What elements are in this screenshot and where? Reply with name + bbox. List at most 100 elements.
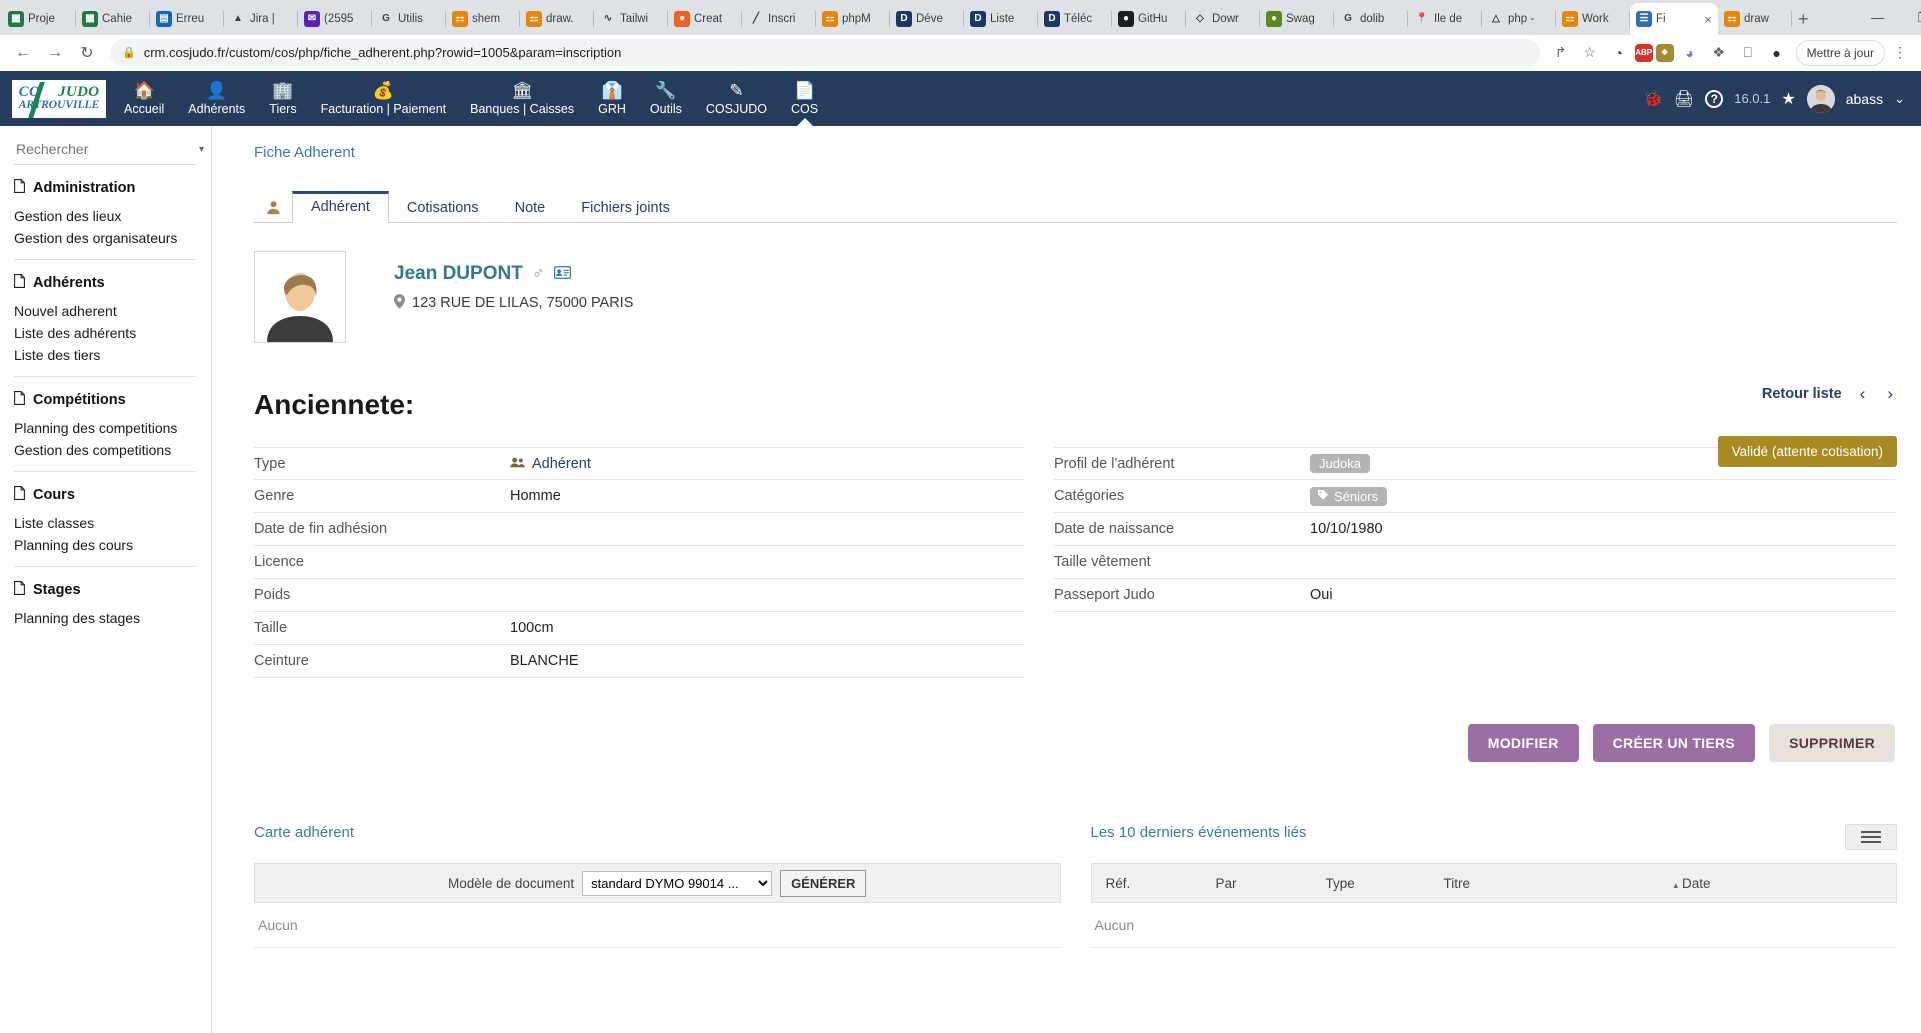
sidebar-item-planning-des-stages[interactable]: Planning des stages: [14, 607, 195, 629]
browser-tab[interactable]: ╱ Inscri: [742, 3, 816, 35]
reload-icon[interactable]: ↻: [72, 38, 102, 68]
member-name[interactable]: Jean DUPONT: [394, 263, 523, 285]
id-card-icon[interactable]: [554, 266, 571, 283]
browser-tab[interactable]: ⚏ phpM: [816, 3, 890, 35]
new-tab-button[interactable]: +: [1798, 5, 1809, 33]
browser-tab[interactable]: ☰ Fi ×: [1630, 3, 1718, 35]
browser-tab[interactable]: D Liste: [964, 3, 1038, 35]
sidebar-item-planning-des-competitions[interactable]: Planning des competitions: [14, 417, 195, 439]
username-label[interactable]: abass: [1846, 91, 1883, 107]
browser-tab[interactable]: ● Swag: [1260, 3, 1334, 35]
sidebar-item-gestion-des-competitions[interactable]: Gestion des competitions: [14, 439, 195, 461]
detail-value-link[interactable]: Adhérent: [532, 456, 591, 472]
browser-tab[interactable]: ⚏ draw.: [520, 3, 594, 35]
user-avatar[interactable]: [1807, 85, 1835, 113]
sidebar-item-liste-des-tiers[interactable]: Liste des tiers: [14, 344, 195, 366]
maximize-button[interactable]: ❐: [1901, 0, 1921, 35]
events-title[interactable]: Les 10 derniers événements liés: [1091, 824, 1307, 841]
adblock-plus-icon[interactable]: ABP: [1635, 44, 1653, 62]
nav-item-cos[interactable]: 📄 COS: [779, 71, 830, 126]
tab-fichiers-joints[interactable]: Fichiers joints: [563, 193, 688, 223]
tab-note[interactable]: Note: [497, 193, 564, 223]
browser-tab[interactable]: ⚏ shem: [446, 3, 520, 35]
events-menu-icon[interactable]: [1845, 824, 1897, 850]
sidebar-item-gestion-des-organisateurs[interactable]: Gestion des organisateurs: [14, 227, 195, 249]
help-icon[interactable]: ?: [1705, 90, 1723, 108]
cr-er-un-tiers-button[interactable]: CRÉER UN TIERS: [1593, 724, 1755, 762]
events-column-header[interactable]: Par: [1202, 876, 1312, 891]
browser-tab[interactable]: D Téléc: [1038, 3, 1112, 35]
document-model-select[interactable]: standard DYMO 99014 ...: [582, 871, 772, 896]
browser-tab[interactable]: ⚏ Work: [1556, 3, 1630, 35]
sidebar-group-header[interactable]: Adhérents: [14, 274, 195, 291]
browser-tab[interactable]: ▲ Jira |: [224, 3, 298, 35]
profile-avatar-icon[interactable]: ●: [1764, 40, 1790, 66]
nav-item-cosjudo[interactable]: ✎ COSJUDO: [694, 71, 779, 126]
sidebar-item-planning-des-cours[interactable]: Planning des cours: [14, 534, 195, 556]
browser-tab[interactable]: ● GitHu: [1112, 3, 1186, 35]
sidebar-group-header[interactable]: Compétitions: [14, 391, 195, 408]
nav-item-outils[interactable]: 🔧 Outils: [638, 71, 694, 126]
print-icon[interactable]: 🖨: [1674, 89, 1694, 109]
tab-adh-rent[interactable]: Adhérent: [292, 191, 389, 223]
sidebar-search[interactable]: ▾: [14, 140, 195, 165]
sidebar-item-nouvel-adherent[interactable]: Nouvel adherent: [14, 300, 195, 322]
address-bar[interactable]: 🔒 crm.cosjudo.fr/custom/cos/php/fiche_ad…: [110, 39, 1540, 67]
browser-tab[interactable]: ▦ Proje: [2, 3, 76, 35]
events-column-header[interactable]: Type: [1312, 876, 1430, 891]
sidebar-item-gestion-des-lieux[interactable]: Gestion des lieux: [14, 205, 195, 227]
browser-tab[interactable]: ⚏ draw: [1718, 3, 1792, 35]
browser-tab[interactable]: ◇ Dowr: [1186, 3, 1260, 35]
back-icon[interactable]: ←: [8, 38, 38, 68]
next-record-icon[interactable]: ›: [1883, 384, 1897, 404]
sidebar-group-header[interactable]: Administration: [14, 179, 195, 196]
browser-tab[interactable]: ∿ Tailwi: [594, 3, 668, 35]
tab-search-button[interactable]: ⱟ: [1809, 0, 1855, 35]
sidebar-group-header[interactable]: Stages: [14, 581, 195, 598]
sidebar-group-header[interactable]: Cours: [14, 486, 195, 503]
extensions-puzzle-icon[interactable]: ❖: [1706, 40, 1732, 66]
favorite-star-icon[interactable]: ★: [1781, 89, 1795, 109]
sidebar-item-liste-des-adh-rents[interactable]: Liste des adhérents: [14, 322, 195, 344]
nav-item-accueil[interactable]: 🏠 Accueil: [112, 71, 176, 126]
browser-tab[interactable]: 📍 Ile de: [1408, 3, 1482, 35]
previous-record-icon[interactable]: ‹: [1856, 384, 1870, 404]
colorpick-icon[interactable]: ◕: [1677, 40, 1703, 66]
nav-item-grh[interactable]: 👔 GRH: [586, 71, 638, 126]
supprimer-button[interactable]: SUPPRIMER: [1769, 724, 1895, 762]
modifier-button[interactable]: MODIFIER: [1468, 724, 1579, 762]
chevron-down-icon[interactable]: ▾: [199, 144, 204, 155]
sidepanel-icon[interactable]: ⎕: [1735, 40, 1761, 66]
search-input[interactable]: [14, 140, 199, 158]
browser-tab[interactable]: ✉ (2595: [298, 3, 372, 35]
tab-cotisations[interactable]: Cotisations: [389, 193, 497, 223]
events-column-header[interactable]: Réf.: [1092, 876, 1202, 891]
browser-menu-icon[interactable]: ⋮: [1887, 40, 1913, 66]
app-logo[interactable]: CO JUDO ARTROUVILLE: [10, 77, 108, 120]
browser-tab[interactable]: △ php -: [1482, 3, 1556, 35]
nav-item-tiers[interactable]: 🏢 Tiers: [257, 71, 308, 126]
browser-tab[interactable]: ▦ Cahie: [76, 3, 150, 35]
nav-item-banques-caisses[interactable]: 🏛 Banques | Caisses: [458, 71, 586, 126]
browser-tab[interactable]: ▤ Erreu: [150, 3, 224, 35]
browser-tab[interactable]: ● Creat: [668, 3, 742, 35]
ghostery-icon[interactable]: ◔: [1606, 40, 1632, 66]
events-column-header[interactable]: ▴ Date: [1660, 876, 1780, 891]
nav-item-facturation-paiement[interactable]: 💰 Facturation | Paiement: [309, 71, 459, 126]
back-to-list-link[interactable]: Retour liste: [1762, 386, 1842, 402]
update-button[interactable]: Mettre à jour: [1796, 40, 1885, 66]
browser-tab[interactable]: D Déve: [890, 3, 964, 35]
close-tab-icon[interactable]: ×: [1704, 12, 1712, 27]
chevron-down-icon[interactable]: ⌄: [1894, 91, 1905, 107]
browser-tab[interactable]: G Utilis: [372, 3, 446, 35]
breadcrumb[interactable]: Fiche Adherent: [254, 144, 1897, 161]
browser-tab[interactable]: Gdolib: [1334, 3, 1408, 35]
forward-icon[interactable]: →: [40, 38, 70, 68]
sidebar-item-liste-classes[interactable]: Liste classes: [14, 512, 195, 534]
carte-adherent-title[interactable]: Carte adhérent: [254, 824, 1061, 841]
share-icon[interactable]: ↱: [1548, 40, 1574, 66]
nav-item-adh-rents[interactable]: 👤 Adhérents: [176, 71, 257, 126]
lastpass-icon[interactable]: ❖: [1656, 44, 1674, 62]
bookmark-star-icon[interactable]: ☆: [1577, 40, 1603, 66]
bug-icon[interactable]: 🐞: [1643, 89, 1663, 109]
